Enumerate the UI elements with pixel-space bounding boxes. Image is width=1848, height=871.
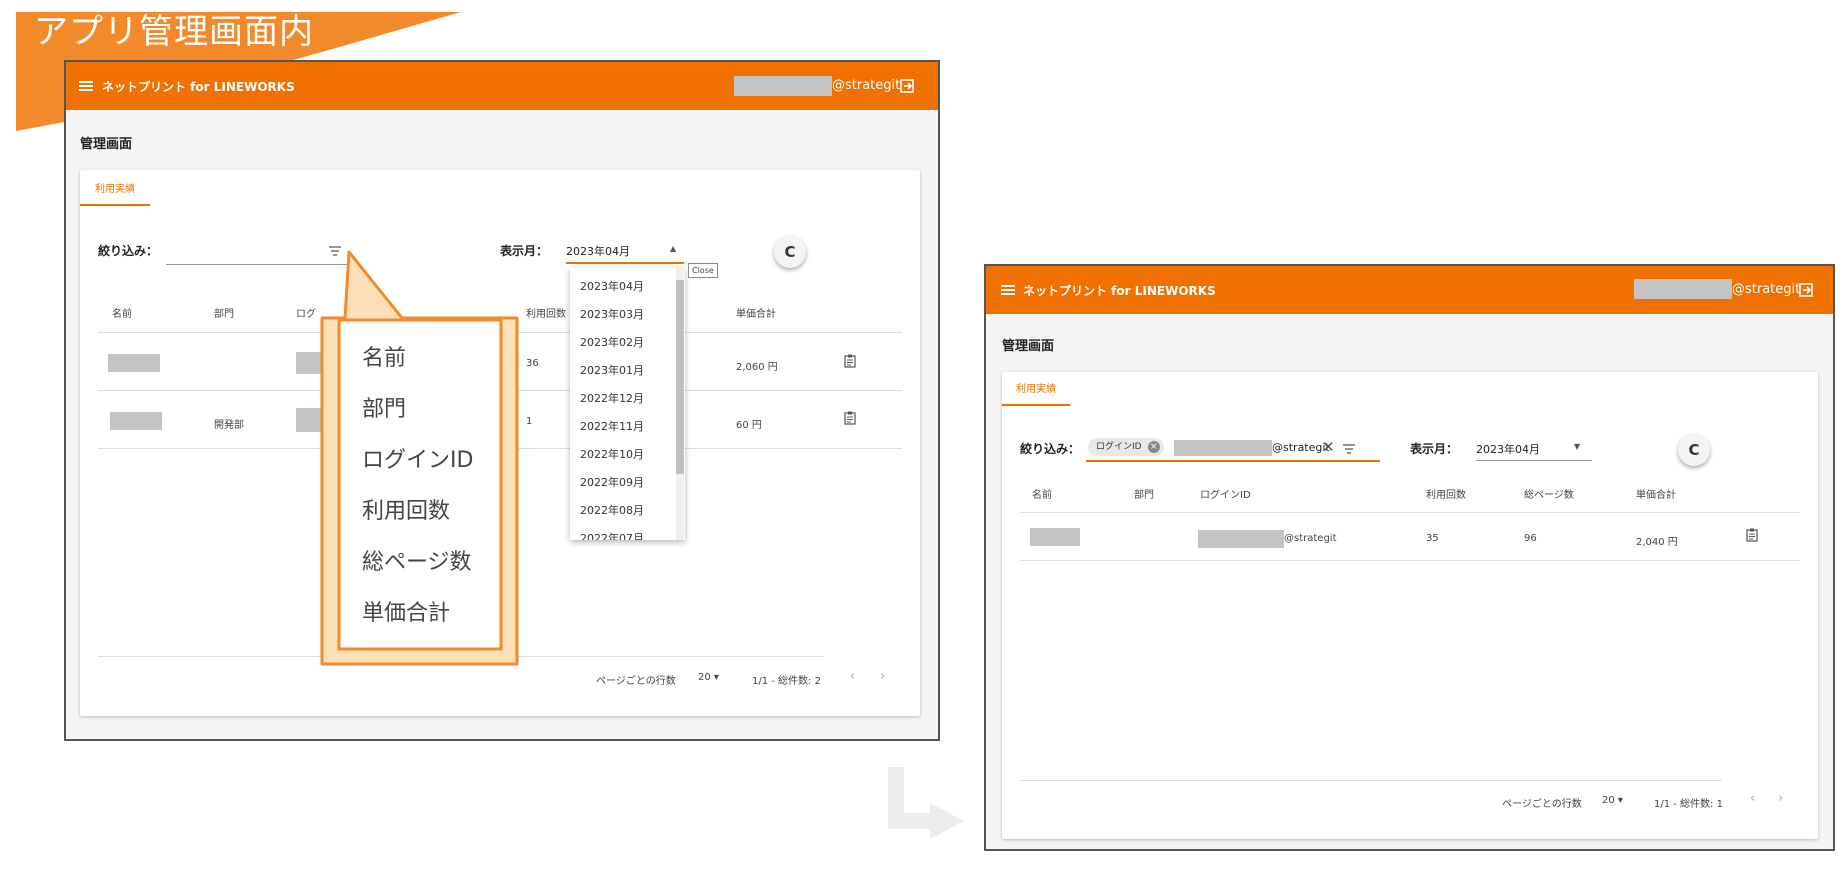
app-bar: ネットプリント for LINEWORKS @strategit: [986, 266, 1833, 314]
name-redacted: [110, 412, 162, 430]
col-header-dept: 部門: [1134, 490, 1154, 501]
user-login-suffix: @strategit: [1732, 282, 1801, 297]
refresh-icon: C: [784, 243, 796, 261]
footer-divider: [1020, 780, 1722, 781]
logout-icon[interactable]: [1798, 282, 1814, 298]
header-divider: [1020, 512, 1800, 513]
row1-divider: [1020, 560, 1800, 561]
filter-column-dept: 部門: [362, 397, 407, 422]
filter-chip-label: ログインID: [1096, 442, 1142, 452]
month-select-underline: [1476, 460, 1592, 461]
month-label: 表示月：: [1410, 442, 1459, 456]
month-option[interactable]: 2023年03月: [580, 306, 644, 322]
filter-column-total: 単価合計: [362, 601, 451, 626]
clear-filter-icon[interactable]: ✕: [1322, 438, 1335, 456]
refresh-button[interactable]: C: [774, 236, 806, 268]
chevron-right-icon[interactable]: ›: [1778, 791, 1783, 806]
chevron-right-icon[interactable]: ›: [880, 669, 885, 684]
rows-per-page-value: 20: [698, 672, 711, 683]
rows-per-page-value: 20: [1602, 795, 1615, 806]
month-select-value[interactable]: 2023年04月: [1476, 441, 1540, 457]
col-header-pages: 総ページ数: [1524, 490, 1574, 501]
row2-dept: 開発部: [214, 420, 244, 431]
month-option[interactable]: 2023年01月: [580, 362, 644, 378]
right-app-window: ネットプリント for LINEWORKS @strategit 管理画面 利用…: [984, 264, 1835, 851]
user-name-redacted: [1634, 279, 1732, 299]
col-header-count: 利用回数: [526, 309, 566, 320]
month-option[interactable]: 2022年12月: [580, 390, 644, 406]
user-login-suffix: @strategit: [832, 78, 901, 93]
refresh-icon: C: [1688, 441, 1700, 459]
hamburger-menu-icon[interactable]: [1001, 285, 1015, 295]
rows-per-page-select[interactable]: 20 ▾: [698, 672, 719, 683]
app-title: ネットプリント for LINEWORKS: [1023, 284, 1216, 298]
col-header-login: ログインID: [1200, 490, 1251, 501]
chevron-left-icon[interactable]: ‹: [1750, 791, 1755, 806]
user-name-redacted: [734, 76, 832, 96]
page-title: 管理画面: [1002, 339, 1055, 354]
clipboard-icon[interactable]: [844, 354, 856, 368]
filter-icon[interactable]: [1342, 444, 1356, 454]
dropdown-scroll-thumb[interactable]: [676, 280, 684, 474]
usage-card: 利用実績 絞り込み： ログインID × @strategit ✕ 表示月： 20…: [1002, 372, 1818, 839]
row1-count: 35: [1426, 533, 1439, 544]
col-header-name: 名前: [112, 309, 132, 320]
col-header-total: 単価合計: [1636, 490, 1676, 501]
name-redacted: [108, 354, 160, 372]
refresh-button[interactable]: C: [1678, 434, 1710, 466]
row2-total: 60 円: [736, 420, 762, 431]
filter-label: 絞り込み：: [1020, 442, 1081, 456]
filter-chip-login-id[interactable]: ログインID ×: [1088, 438, 1164, 456]
filter-label: 絞り込み：: [98, 244, 159, 258]
logout-icon[interactable]: [899, 78, 915, 94]
filter-column-name: 名前: [362, 346, 407, 371]
login-redacted: [1198, 530, 1284, 548]
pagination-info: 1/1 - 総件数: 2: [752, 676, 821, 687]
tab-usage[interactable]: 利用実績: [80, 180, 150, 206]
filter-column-pages: 総ページ数: [362, 550, 472, 575]
rows-per-page-select[interactable]: 20 ▾: [1602, 795, 1623, 806]
month-option[interactable]: 2022年08月: [580, 502, 644, 518]
month-select-underline: [566, 262, 684, 264]
chevron-left-icon[interactable]: ‹: [850, 669, 855, 684]
filter-value-redacted: [1174, 440, 1272, 456]
chevron-up-icon[interactable]: ▲: [670, 244, 676, 253]
month-option[interactable]: 2022年10月: [580, 446, 644, 462]
filter-column-login-id: ログインID: [362, 448, 474, 473]
tab-usage[interactable]: 利用実績: [1002, 380, 1070, 406]
rows-per-page-label: ページごとの行数: [596, 676, 676, 687]
hamburger-menu-icon[interactable]: [79, 81, 93, 91]
filter-input[interactable]: [1086, 460, 1380, 462]
row1-total: 2,060 円: [736, 362, 778, 373]
col-header-name: 名前: [1032, 490, 1052, 501]
row1-total: 2,040 円: [1636, 537, 1678, 548]
pagination-info: 1/1 - 総件数: 1: [1654, 799, 1723, 810]
rows-per-page-label: ページごとの行数: [1502, 799, 1582, 810]
app-bar: ネットプリント for LINEWORKS @strategit: [66, 62, 938, 110]
chip-remove-icon[interactable]: ×: [1147, 441, 1160, 453]
row1-pages: 96: [1524, 533, 1537, 544]
row1-count: 36: [526, 358, 539, 369]
page-title: 管理画面: [80, 137, 133, 152]
month-option[interactable]: 2022年07月: [580, 530, 644, 540]
close-tooltip: Close: [688, 263, 718, 278]
filter-column-count: 利用回数: [362, 499, 451, 524]
name-redacted: [1030, 528, 1080, 546]
chevron-down-icon[interactable]: ▼: [1574, 442, 1580, 451]
col-header-count: 利用回数: [1426, 490, 1466, 501]
month-option[interactable]: 2023年04月: [580, 278, 644, 294]
transition-arrow-icon: [888, 767, 964, 839]
month-dropdown-list: 2023年04月 2023年03月 2023年02月 2023年01月 2022…: [570, 268, 685, 540]
col-header-dept: 部門: [214, 309, 234, 320]
month-option[interactable]: 2023年02月: [580, 334, 644, 350]
month-option[interactable]: 2022年11月: [580, 418, 644, 434]
col-header-total: 単価合計: [736, 309, 776, 320]
row1-login-suffix: @strategit: [1284, 533, 1337, 544]
app-title: ネットプリント for LINEWORKS: [102, 80, 295, 94]
banner-title: アプリ管理画面内: [34, 12, 314, 52]
clipboard-icon[interactable]: [1746, 528, 1758, 542]
month-option[interactable]: 2022年09月: [580, 474, 644, 490]
clipboard-icon[interactable]: [844, 411, 856, 425]
month-select-value[interactable]: 2023年04月: [566, 243, 630, 259]
